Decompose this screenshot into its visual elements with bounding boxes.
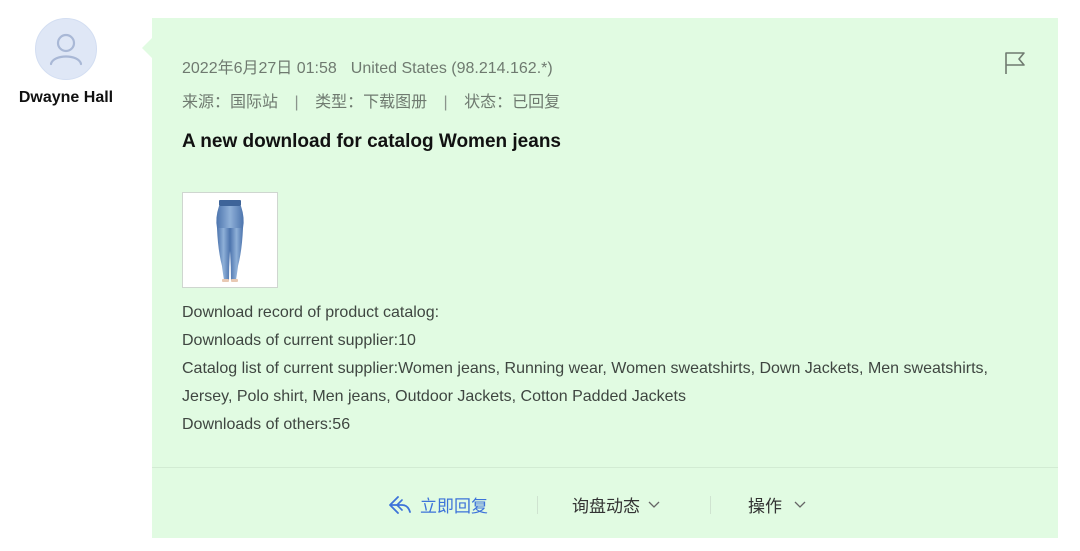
jeans-product-thumbnail [216, 200, 244, 282]
chevron-down-icon [794, 501, 806, 508]
message-card: 2022年6月27日 01:58 United States (98.214.16… [142, 18, 1058, 538]
inquiry-activity-dropdown[interactable]: 询盘动态 [572, 492, 660, 517]
product-thumbnail[interactable] [182, 192, 278, 288]
reply-arrow-icon [389, 495, 411, 514]
user-avatar-icon [49, 33, 83, 66]
message-location: United States (98.214.162.*) [350, 60, 553, 77]
separator [710, 496, 711, 514]
flag-icon [1005, 52, 1025, 74]
message-type: 类型：下载图册 [315, 94, 428, 111]
body-line: Catalog list of current supplier:Women j… [182, 360, 988, 405]
reply-now-button[interactable]: 立即回复 [388, 492, 488, 517]
sender-name: Dwayne Hall [18, 89, 114, 106]
separator: | [443, 94, 448, 111]
body-line: Download record of product catalog: [182, 304, 440, 321]
message-body: Download record of product catalog: Down… [182, 299, 1032, 439]
reply-now-label: 立即回复 [420, 497, 488, 516]
message-attributes: 来源：国际站 | 类型：下载图册 | 状态：已回复 [182, 88, 560, 112]
operations-label: 操作 [748, 497, 782, 516]
body-line: Downloads of current supplier:10 [182, 332, 416, 349]
inquiry-activity-label: 询盘动态 [572, 497, 640, 516]
message-thread: Dwayne Hall 2022年6月27日 01:58 United State… [0, 0, 1080, 551]
flag-button[interactable] [1002, 50, 1028, 76]
message-status: 状态：已回复 [464, 94, 561, 111]
action-bar: 立即回复 询盘动态 操作 [152, 468, 1058, 538]
message-meta-line: 2022年6月27日 01:58 United States (98.214.16… [182, 54, 553, 78]
separator: | [294, 94, 299, 111]
separator [537, 496, 538, 514]
message-source: 来源：国际站 [182, 94, 279, 111]
operations-dropdown[interactable]: 操作 [748, 492, 806, 517]
body-line: Downloads of others:56 [182, 416, 351, 433]
chevron-down-icon [648, 501, 660, 508]
message-title: A new download for catalog Women jeans [182, 131, 561, 152]
sender-info: Dwayne Hall [0, 18, 132, 107]
message-datetime: 2022年6月27日 01:58 [182, 60, 337, 77]
avatar[interactable] [35, 18, 97, 80]
